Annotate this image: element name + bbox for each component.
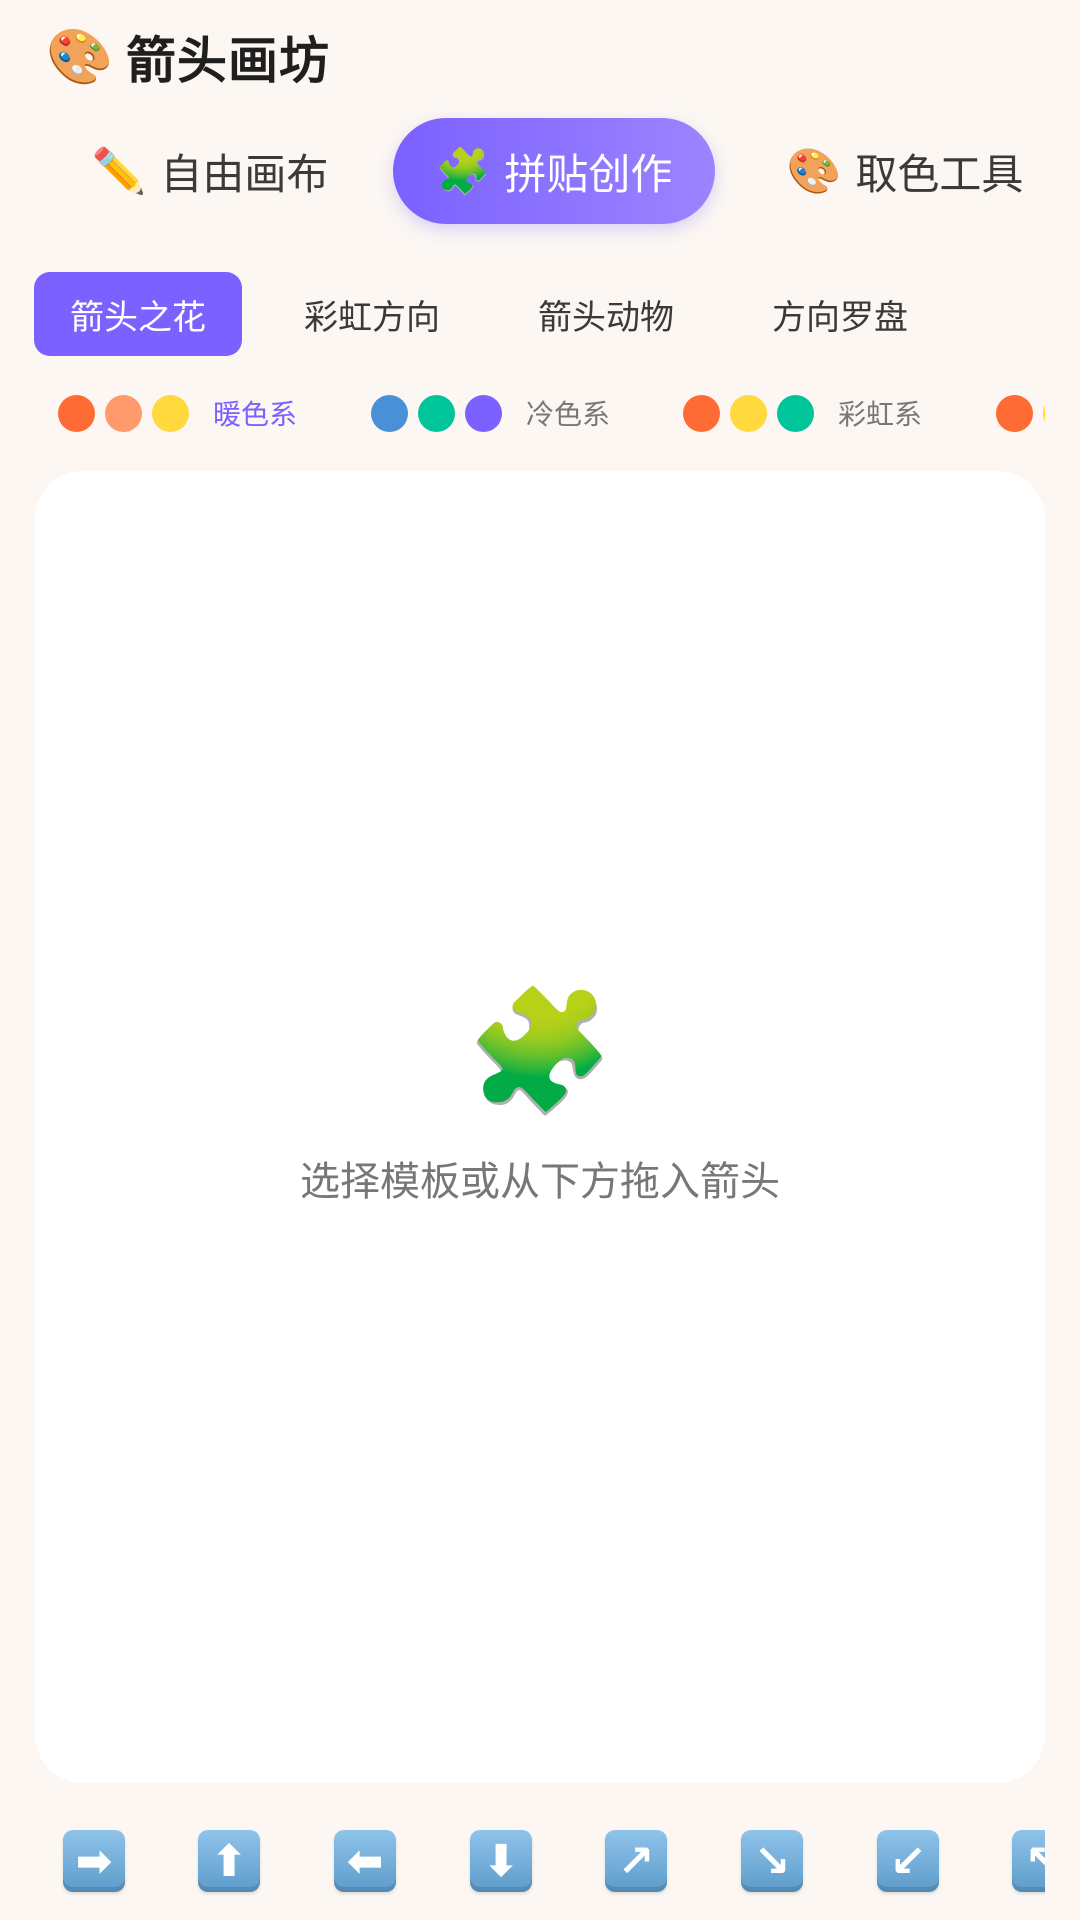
color-swatch: [371, 394, 408, 432]
app-header: 🎨 箭头画坊: [46, 22, 330, 92]
empty-hint: 选择模板或从下方拖入箭头: [300, 1159, 780, 1205]
tab-label: 取色工具: [855, 149, 1024, 199]
collage-canvas[interactable]: 🧩 选择模板或从下方拖入箭头: [35, 471, 1045, 1783]
palette-icon: 🎨: [786, 146, 842, 197]
palette-row: 暖色系 冷色系 彩虹系: [0, 388, 1045, 438]
color-swatch: [58, 394, 95, 432]
color-swatch: [683, 394, 720, 432]
tab-collage[interactable]: 🧩 拼贴创作: [393, 118, 715, 224]
tab-label: 自由画布: [160, 149, 329, 199]
arrow-down-left-icon[interactable]: ↙: [877, 1830, 939, 1892]
color-swatch: [105, 394, 142, 432]
canvas-empty-state: 🧩 选择模板或从下方拖入箭头: [35, 991, 1045, 1207]
template-chip-arrow-animals[interactable]: 箭头动物: [502, 272, 710, 356]
palette-icon: 🎨: [46, 25, 114, 88]
color-swatch: [152, 394, 189, 432]
arrow-down-right-icon[interactable]: ↘: [741, 1830, 803, 1892]
arrow-right-icon[interactable]: ➡: [63, 1830, 125, 1892]
template-chip-direction-compass[interactable]: 方向罗盘: [736, 272, 944, 356]
template-chips: 箭头之花 彩虹方向 箭头动物 方向罗盘: [34, 272, 970, 356]
tab-label: 拼贴创作: [504, 149, 673, 199]
app-title: 箭头画坊: [126, 32, 330, 90]
pencil-icon: ✏️: [91, 146, 147, 197]
color-swatch: [730, 394, 767, 432]
mode-tabs: ✏️ 自由画布 🧩 拼贴创作 🎨 取色工具: [0, 118, 1080, 228]
arrow-down-icon[interactable]: ⬇: [470, 1830, 532, 1892]
tab-color-picker[interactable]: 🎨 取色工具: [785, 118, 1025, 224]
template-chip-rainbow-direction[interactable]: 彩虹方向: [268, 272, 476, 356]
arrow-up-left-icon[interactable]: ↖: [1012, 1830, 1045, 1892]
arrow-up-icon[interactable]: ⬆: [198, 1830, 260, 1892]
color-swatch: [777, 394, 814, 432]
color-swatch: [418, 394, 455, 432]
palette-label: 冷色系: [526, 398, 611, 431]
palette-rainbow[interactable]: 彩虹系: [683, 388, 922, 438]
arrow-up-right-icon[interactable]: ↗: [605, 1830, 667, 1892]
palette-label: 彩虹系: [838, 398, 923, 431]
puzzle-icon: 🧩: [466, 981, 614, 1119]
arrow-left-icon[interactable]: ⬅: [334, 1830, 396, 1892]
color-swatch: [1043, 394, 1045, 432]
color-swatch: [465, 394, 502, 432]
arrow-toolbar: ➡ ⬆ ⬅ ⬇ ↗ ↘ ↙ ↖: [0, 1830, 1045, 1900]
template-chip-arrow-flower[interactable]: 箭头之花: [34, 272, 242, 356]
palette-cool[interactable]: 冷色系: [371, 388, 610, 438]
color-swatch: [996, 394, 1033, 432]
tab-free-canvas[interactable]: ✏️ 自由画布: [90, 118, 330, 224]
puzzle-icon: 🧩: [435, 146, 491, 197]
palette-warm[interactable]: 暖色系: [58, 388, 297, 438]
palette-label: 暖色系: [213, 398, 298, 431]
palette-partial[interactable]: [996, 388, 1045, 438]
app-root: 🎨 箭头画坊 ✏️ 自由画布 🧩 拼贴创作 🎨 取色工具 箭头之花 彩虹方向 箭…: [0, 0, 1080, 1920]
